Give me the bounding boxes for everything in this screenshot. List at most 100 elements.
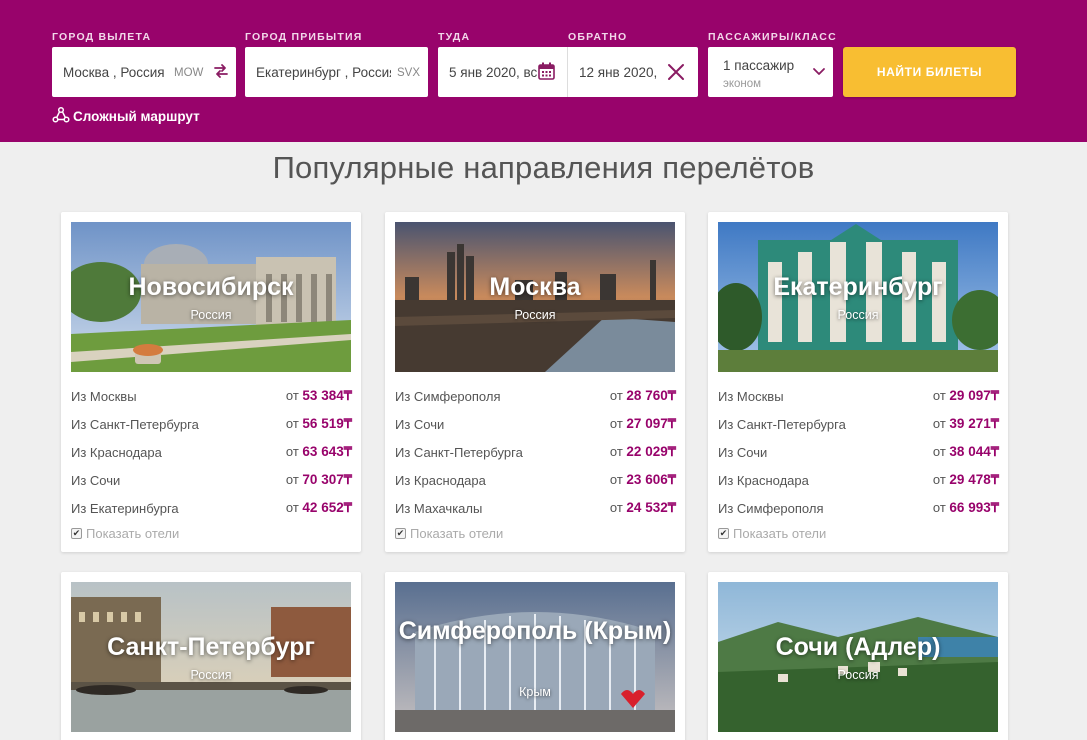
route-price: от 28 760₸ (609, 388, 676, 403)
route-price: от 42 652₸ (285, 500, 352, 515)
city-photo[interactable]: Санкт-Петербург Россия (71, 582, 351, 732)
complex-route-label: Сложный маршрут (73, 109, 200, 124)
arrival-value[interactable]: Екатеринбург , Россия (256, 65, 391, 80)
show-hotels-label: Показать отели (86, 526, 180, 541)
city-name: Москва (489, 273, 581, 301)
city-name: Санкт-Петербург (107, 633, 315, 661)
route-origin: Из Москвы (71, 389, 137, 404)
route-row[interactable]: Из Сочи от 38 044₸ (718, 438, 999, 466)
route-origin: Из Симферополя (395, 389, 501, 404)
checkbox-checked-icon[interactable]: ✔ (718, 528, 729, 539)
route-origin: Из Санкт-Петербурга (395, 445, 523, 460)
city-photo[interactable]: Екатеринбург Россия (718, 222, 998, 372)
country-name: Россия (190, 668, 232, 682)
find-tickets-button[interactable]: НАЙТИ БИЛЕТЫ (843, 47, 1016, 97)
city-photo[interactable]: Сочи (Адлер) Россия (718, 582, 998, 732)
country-name: Россия (837, 668, 879, 682)
route-price: от 56 519₸ (285, 416, 352, 431)
arrival-code: SVX (397, 67, 421, 79)
route-price: от 29 097₸ (932, 388, 999, 403)
section-title: Популярные направления перелётов (272, 150, 815, 185)
departure-field[interactable]: Москва , Россия MOW (52, 47, 236, 97)
destination-card: Симферополь (Крым) Крым (385, 572, 685, 740)
complex-route-link[interactable]: Сложный маршрут (52, 106, 200, 127)
route-origin: Из Санкт-Петербурга (71, 417, 199, 432)
route-origin: Из Краснодара (71, 445, 162, 460)
show-hotels-toggle[interactable]: ✔ Показать отели (71, 526, 179, 541)
route-row[interactable]: Из Санкт-Петербурга от 56 519₸ (71, 410, 352, 438)
close-icon[interactable] (667, 63, 687, 83)
route-price: от 38 044₸ (932, 444, 999, 459)
city-name: Новосибирск (128, 273, 294, 301)
city-name: Сочи (Адлер) (775, 633, 941, 661)
route-row[interactable]: Из Краснодара от 63 643₸ (71, 438, 352, 466)
departure-label: ГОРОД ВЫЛЕТА (52, 31, 152, 43)
depart-date-field[interactable]: 5 янв 2020, вс (438, 47, 567, 97)
destination-card: Санкт-Петербург Россия (61, 572, 361, 740)
route-row[interactable]: Из Симферополя от 66 993₸ (718, 494, 999, 522)
route-price: от 63 643₸ (285, 444, 352, 459)
checkbox-checked-icon[interactable]: ✔ (395, 528, 406, 539)
route-origin: Из Сочи (395, 417, 445, 432)
route-origin: Из Санкт-Петербурга (718, 417, 846, 432)
calendar-icon[interactable] (538, 62, 558, 82)
show-hotels-label: Показать отели (733, 526, 827, 541)
country-name: Россия (514, 308, 556, 322)
route-row[interactable]: Из Москвы от 53 384₸ (71, 382, 352, 410)
route-price: от 22 029₸ (609, 444, 676, 459)
passengers-field[interactable]: 1 пассажир эконом (708, 47, 833, 97)
route-row[interactable]: Из Санкт-Петербурга от 39 271₸ (718, 410, 999, 438)
route-price: от 70 307₸ (285, 472, 352, 487)
country-name: Россия (837, 308, 879, 322)
city-photo[interactable]: Москва Россия (395, 222, 675, 372)
show-hotels-toggle[interactable]: ✔ Показать отели (395, 526, 503, 541)
route-row[interactable]: Из Сочи от 70 307₸ (71, 466, 352, 494)
route-price: от 29 478₸ (932, 472, 999, 487)
city-photo[interactable]: Новосибирск Россия (71, 222, 351, 372)
departure-value[interactable]: Москва , Россия (63, 65, 171, 80)
route-icon (52, 106, 70, 127)
passengers-class: эконом (723, 78, 762, 90)
city-photo[interactable]: Симферополь (Крым) Крым (395, 582, 675, 732)
route-origin: Из Махачкалы (395, 501, 483, 516)
return-date-label: ОБРАТНО (568, 31, 628, 43)
show-hotels-toggle[interactable]: ✔ Показать отели (718, 526, 826, 541)
country-name: Крым (519, 685, 551, 699)
city-name: Екатеринбург (773, 273, 943, 301)
route-row[interactable]: Из Екатеринбурга от 42 652₸ (71, 494, 352, 522)
route-row[interactable]: Из Краснодара от 23 606₸ (395, 466, 676, 494)
checkbox-checked-icon[interactable]: ✔ (71, 528, 82, 539)
depart-date-value[interactable]: 5 янв 2020, вс (449, 65, 537, 80)
chevron-down-icon[interactable] (812, 65, 832, 85)
destination-card: Сочи (Адлер) Россия (708, 572, 1008, 740)
return-date-field[interactable]: 12 янв 2020, вс (568, 47, 698, 97)
country-name: Россия (190, 308, 232, 322)
route-price: от 53 384₸ (285, 388, 352, 403)
destination-card: Новосибирск Россия Из Москвы от 53 384₸ И… (61, 212, 361, 552)
route-row[interactable]: Из Симферополя от 28 760₸ (395, 382, 676, 410)
route-price: от 39 271₸ (932, 416, 999, 431)
route-row[interactable]: Из Санкт-Петербурга от 22 029₸ (395, 438, 676, 466)
passengers-count: 1 пассажир (723, 58, 795, 73)
show-hotels-label: Показать отели (410, 526, 504, 541)
arrival-field[interactable]: Екатеринбург , Россия SVX (245, 47, 428, 97)
return-date-value[interactable]: 12 янв 2020, вс (579, 65, 659, 80)
destination-card: Москва Россия Из Симферополя от 28 760₸ И… (385, 212, 685, 552)
swap-arrows-icon[interactable] (211, 61, 231, 81)
route-origin: Из Краснодара (395, 473, 486, 488)
route-row[interactable]: Из Краснодара от 29 478₸ (718, 466, 999, 494)
route-row[interactable]: Из Махачкалы от 24 532₸ (395, 494, 676, 522)
search-panel: ГОРОД ВЫЛЕТА ГОРОД ПРИБЫТИЯ ТУДА ОБРАТНО… (0, 0, 1087, 142)
route-row[interactable]: Из Сочи от 27 097₸ (395, 410, 676, 438)
route-row[interactable]: Из Москвы от 29 097₸ (718, 382, 999, 410)
depart-date-label: ТУДА (438, 31, 471, 43)
route-origin: Из Сочи (71, 473, 121, 488)
city-name: Симферополь (Крым) (398, 617, 672, 645)
route-price: от 66 993₸ (932, 500, 999, 515)
route-price: от 23 606₸ (609, 472, 676, 487)
route-origin: Из Сочи (718, 445, 768, 460)
departure-code: MOW (174, 67, 204, 79)
route-price: от 24 532₸ (609, 500, 676, 515)
route-price: от 27 097₸ (609, 416, 676, 431)
arrival-label: ГОРОД ПРИБЫТИЯ (245, 31, 363, 43)
